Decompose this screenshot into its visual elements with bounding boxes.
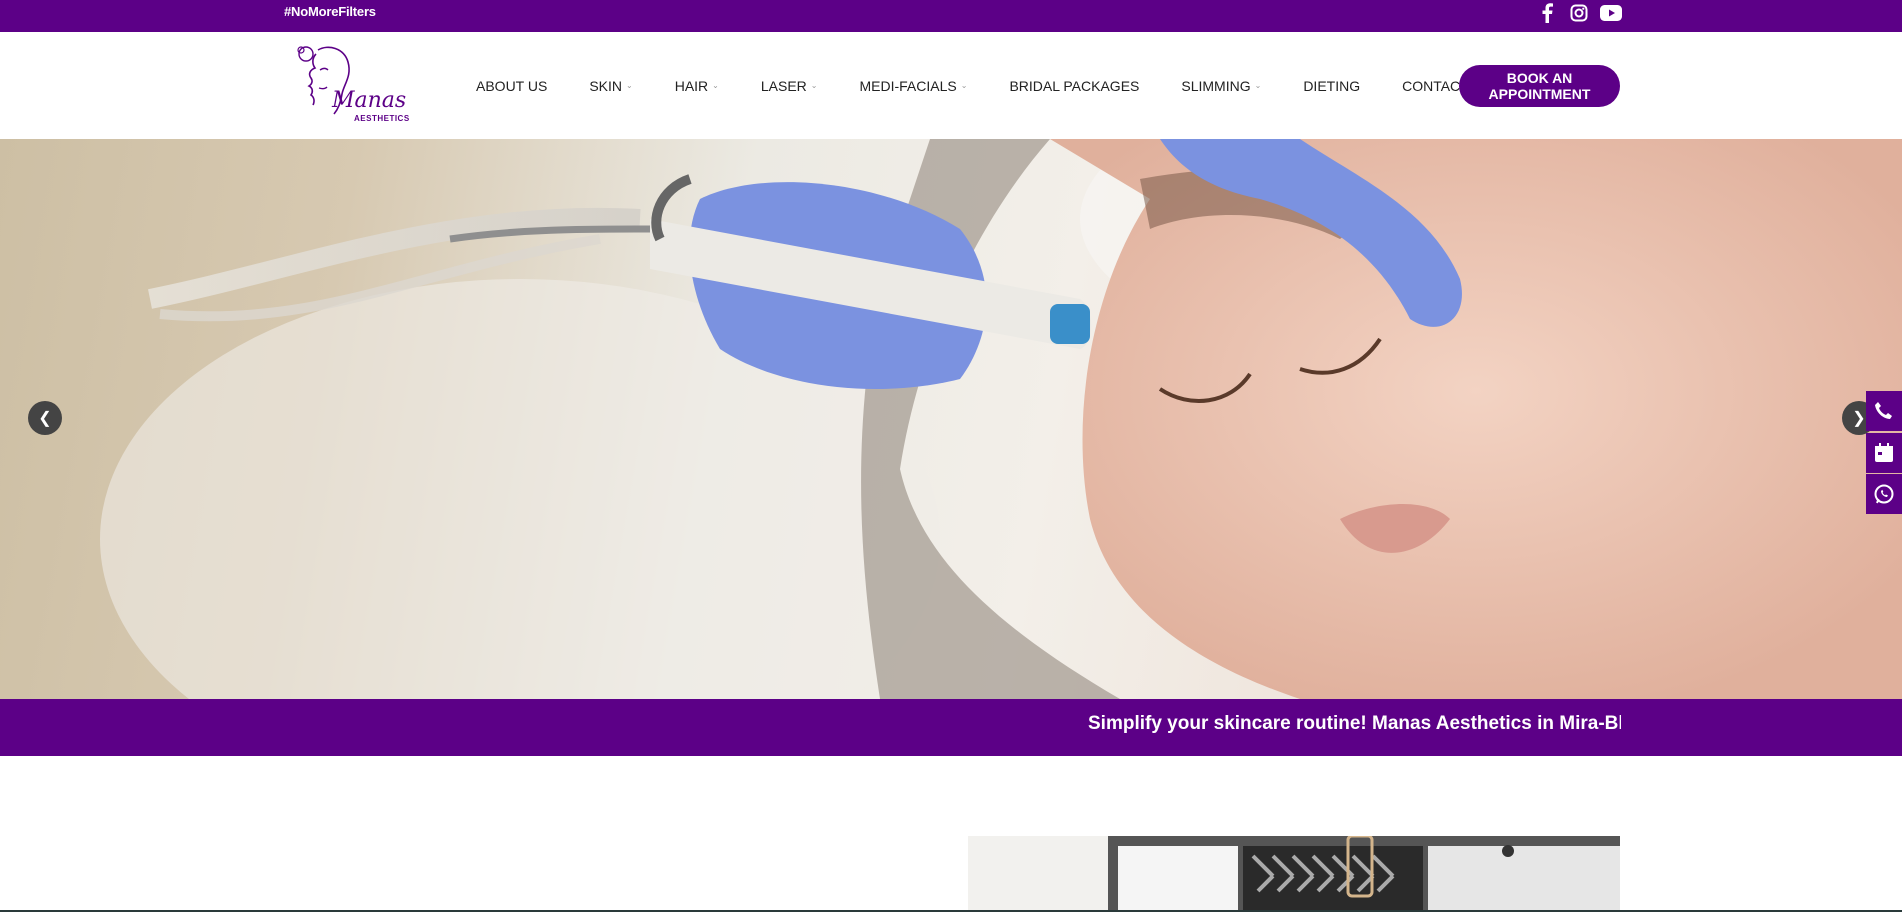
- nav-item-label: DIETING: [1303, 77, 1361, 94]
- slider-prev-button[interactable]: ❮: [28, 401, 62, 435]
- nav-item-label: SKIN: [589, 77, 622, 94]
- clinic-interior-image: [968, 836, 1620, 912]
- clinic-image-art: [968, 836, 1620, 912]
- facebook-icon[interactable]: [1536, 2, 1558, 24]
- nav-item-label: BRIDAL PACKAGES: [1009, 77, 1140, 94]
- nav-item-label: ABOUT US: [476, 77, 548, 94]
- whatsapp-button[interactable]: [1866, 474, 1902, 514]
- main-nav: ABOUT US SKIN ⌄ HAIR ⌄ LASER ⌄ MEDI-FACIALS…: [476, 32, 1534, 139]
- youtube-icon[interactable]: [1600, 2, 1622, 24]
- hero-image: [100, 139, 1902, 699]
- nav-item-laser[interactable]: LASER ⌄: [761, 78, 818, 94]
- hashtag-text: #NoMoreFilters: [284, 4, 376, 19]
- site-header: Manas AESTHETICS ABOUT US SKIN ⌄ HAIR ⌄ LA…: [0, 32, 1902, 139]
- chevron-down-icon: ⌄: [960, 81, 968, 90]
- chevron-right-icon: ❯: [1852, 410, 1866, 427]
- nav-item-label: LASER: [760, 77, 807, 94]
- top-bar: #NoMoreFilters: [0, 0, 1902, 32]
- chevron-down-icon: ⌄: [626, 81, 633, 90]
- hero-slider: ❮ ❯: [0, 139, 1902, 699]
- site-logo[interactable]: Manas AESTHETICS: [292, 44, 410, 128]
- book-button-line-2: APPOINTMENT: [1488, 86, 1591, 102]
- chevron-left-icon: ❮: [38, 410, 52, 427]
- logo-brand-text: Manas: [332, 88, 407, 113]
- call-button[interactable]: [1866, 391, 1902, 431]
- logo-sub-text: AESTHETICS: [354, 114, 410, 123]
- chevron-down-icon: ⌄: [1254, 81, 1262, 90]
- whatsapp-icon: [1874, 484, 1894, 504]
- chevron-down-icon: ⌄: [712, 81, 719, 90]
- calendar-button[interactable]: [1866, 433, 1902, 473]
- nav-item-label: MEDI-FACIALS: [859, 77, 957, 94]
- nav-item-skin[interactable]: SKIN ⌄: [589, 78, 632, 94]
- instagram-icon[interactable]: [1568, 2, 1590, 24]
- nav-item-dieting[interactable]: DIETING: [1303, 78, 1360, 94]
- announcement-marquee: Simplify your skincare routine! Manas Ae…: [0, 699, 1902, 756]
- social-links: [1536, 2, 1622, 24]
- nav-item-medi-facials[interactable]: MEDI-FACIALS ⌄: [859, 78, 967, 94]
- nav-item-label: HAIR: [674, 77, 709, 94]
- book-button-line-1: BOOK AN: [1506, 70, 1573, 86]
- calendar-icon: [1875, 443, 1893, 462]
- phone-icon: [1875, 402, 1892, 419]
- nav-item-about-us[interactable]: ABOUT US: [476, 78, 547, 94]
- nav-item-bridal-packages[interactable]: BRIDAL PACKAGES: [1009, 78, 1139, 94]
- chevron-down-icon: ⌄: [810, 81, 818, 90]
- nav-item-hair[interactable]: HAIR ⌄: [675, 78, 719, 94]
- marquee-text: Simplify your skincare routine! Manas Ae…: [1088, 713, 1621, 734]
- book-appointment-button[interactable]: BOOK AN APPOINTMENT: [1459, 65, 1620, 107]
- nav-item-label: SLIMMING: [1181, 77, 1251, 94]
- nav-item-slimming[interactable]: SLIMMING ⌄: [1181, 78, 1261, 94]
